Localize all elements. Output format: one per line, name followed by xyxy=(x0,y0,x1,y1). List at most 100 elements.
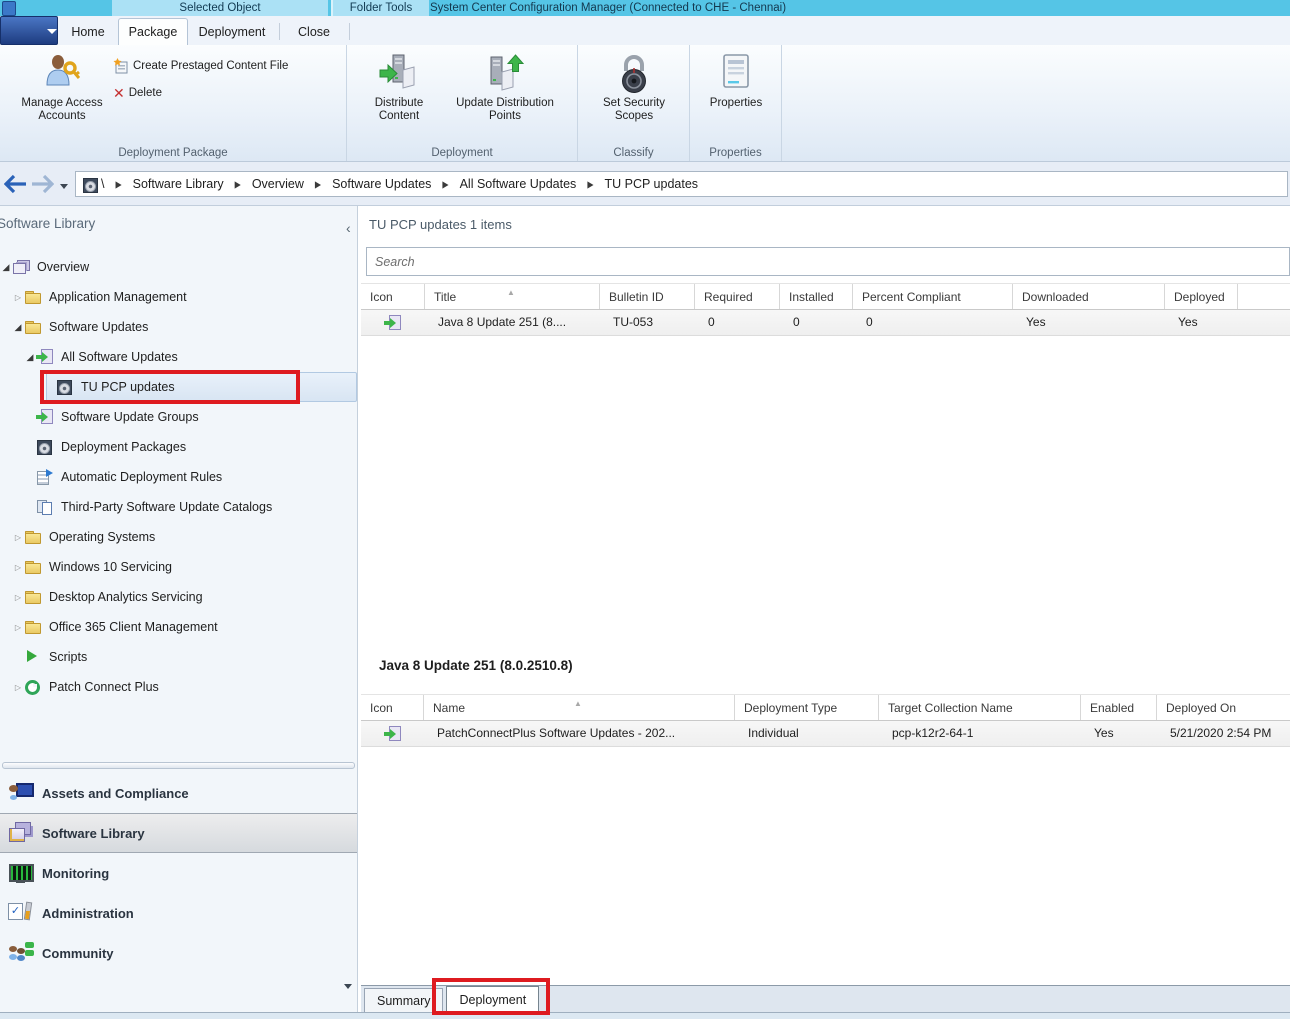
monitoring-icon xyxy=(8,862,34,884)
expander-collapsed-icon[interactable]: ▷ xyxy=(12,593,24,602)
breadcrumb-root[interactable]: \ xyxy=(101,177,104,191)
column-header-target-collection-name[interactable]: Target Collection Name xyxy=(879,695,1081,720)
distribute-content-button[interactable]: Distribute Content xyxy=(359,53,439,123)
deployment-rule-icon xyxy=(36,469,54,485)
nav-item-monitoring[interactable]: Monitoring xyxy=(0,853,357,893)
column-header-enabled[interactable]: Enabled xyxy=(1081,695,1157,720)
tree-item-desktop-analytics-servicing[interactable]: ▷ Desktop Analytics Servicing xyxy=(0,582,357,612)
tree-item-windows-10-servicing[interactable]: ▷ Windows 10 Servicing xyxy=(0,552,357,582)
software-update-icon xyxy=(36,349,54,365)
overview-icon xyxy=(12,259,30,275)
column-header-deployed[interactable]: Deployed xyxy=(1165,284,1238,309)
expander-collapsed-icon[interactable]: ▷ xyxy=(12,623,24,632)
properties-button[interactable]: Properties xyxy=(703,53,769,110)
column-header-bulletin-id[interactable]: Bulletin ID xyxy=(600,284,695,309)
tab-close[interactable]: Close xyxy=(280,19,348,45)
expander-expanded-icon[interactable]: ◢ xyxy=(12,322,24,333)
update-row-java-8[interactable]: Java 8 Update 251 (8.... TU-053 0 0 0 Ye… xyxy=(361,310,1290,336)
column-header-installed[interactable]: Installed xyxy=(780,284,853,309)
expander-collapsed-icon[interactable]: ▷ xyxy=(12,533,24,542)
column-header-icon[interactable]: Icon xyxy=(361,284,425,309)
column-header-deployment-type[interactable]: Deployment Type xyxy=(735,695,879,720)
breadcrumb-item[interactable]: Overview xyxy=(252,177,304,191)
set-security-scopes-button[interactable]: Set Security Scopes xyxy=(591,53,677,123)
delete-button[interactable]: ✕ Delete xyxy=(113,83,162,103)
breadcrumb-item[interactable]: TU PCP updates xyxy=(604,177,698,191)
cell-bulletin-id: TU-053 xyxy=(613,315,654,329)
tree-item-office-365-client-management[interactable]: ▷ Office 365 Client Management xyxy=(0,612,357,642)
breadcrumb-item[interactable]: Software Library xyxy=(133,177,224,191)
tree-item-software-update-groups[interactable]: Software Update Groups xyxy=(0,402,357,432)
package-disc-icon xyxy=(56,379,74,395)
column-header-percent-compliant[interactable]: Percent Compliant xyxy=(853,284,1013,309)
ribbon-group-properties: Properties Properties xyxy=(690,45,782,161)
deployment-row-patchconnectplus[interactable]: PatchConnectPlus Software Updates - 202.… xyxy=(361,721,1290,747)
assets-icon xyxy=(8,782,34,804)
forward-button[interactable] xyxy=(30,174,55,199)
nav-item-community[interactable]: Community xyxy=(0,933,357,973)
column-header-deployed-on[interactable]: Deployed On xyxy=(1157,695,1290,720)
button-label: Delete xyxy=(128,87,162,99)
column-header-icon[interactable]: Icon xyxy=(361,695,424,720)
sidebar-title: Software Library xyxy=(0,216,96,231)
column-header-required[interactable]: Required xyxy=(695,284,780,309)
breadcrumb-item[interactable]: Software Updates xyxy=(332,177,431,191)
tree-item-deployment-packages[interactable]: Deployment Packages xyxy=(0,432,357,462)
expander-collapsed-icon[interactable]: ▷ xyxy=(12,683,24,692)
cell-deployed-on: 5/21/2020 2:54 PM xyxy=(1170,726,1272,740)
tab-package[interactable]: Package xyxy=(118,18,188,46)
folder-icon xyxy=(24,529,42,545)
expander-collapsed-icon[interactable]: ▷ xyxy=(12,293,24,302)
tree-item-scripts[interactable]: Scripts xyxy=(0,642,357,672)
app-menu-button[interactable] xyxy=(0,16,58,45)
search-box[interactable] xyxy=(366,247,1290,276)
column-header-name[interactable]: ▲ Name xyxy=(424,695,735,720)
folder-icon xyxy=(24,589,42,605)
tree-item-all-software-updates[interactable]: ◢ All Software Updates xyxy=(0,342,357,372)
administration-icon xyxy=(8,902,34,924)
nav-options-caret[interactable] xyxy=(344,984,352,989)
tree-item-third-party-catalogs[interactable]: Third-Party Software Update Catalogs xyxy=(0,492,357,522)
tree-item-automatic-deployment-rules[interactable]: Automatic Deployment Rules xyxy=(0,462,357,492)
search-input[interactable] xyxy=(367,248,1289,275)
create-prestaged-content-file-button[interactable]: Create Prestaged Content File xyxy=(113,56,288,76)
tree-item-patch-connect-plus[interactable]: ▷ Patch Connect Plus xyxy=(0,672,357,702)
tab-deployment[interactable]: Deployment xyxy=(186,19,278,45)
expander-expanded-icon[interactable]: ◢ xyxy=(0,262,12,273)
ctx-group-folder-tools: Folder Tools xyxy=(331,0,429,16)
tree-item-application-management[interactable]: ▷ Application Management xyxy=(0,282,357,312)
pane-splitter-handle[interactable] xyxy=(2,762,355,769)
ribbon-group-classify: Set Security Scopes Classify xyxy=(578,45,690,161)
delete-x-icon: ✕ xyxy=(113,85,125,101)
update-distribution-points-button[interactable]: Update Distribution Points xyxy=(441,53,569,123)
breadcrumb-item[interactable]: All Software Updates xyxy=(460,177,577,191)
manage-access-accounts-button[interactable]: Manage Access Accounts xyxy=(12,53,112,123)
cell-title: Java 8 Update 251 (8.... xyxy=(438,315,567,329)
history-dropdown-caret[interactable] xyxy=(60,184,68,189)
app-icon[interactable] xyxy=(2,1,16,16)
cell-enabled: Yes xyxy=(1094,726,1114,740)
pane-collapse-icon[interactable]: ‹ xyxy=(346,220,351,236)
file-star-icon xyxy=(113,58,128,74)
tree-item-overview[interactable]: ◢ Overview xyxy=(0,252,357,282)
ribbon-group-deployment-package: Manage Access Accounts Create Prestaged … xyxy=(0,45,347,161)
tree-item-operating-systems[interactable]: ▷ Operating Systems xyxy=(0,522,357,552)
expander-collapsed-icon[interactable]: ▷ xyxy=(12,563,24,572)
tab-deployment-detail[interactable]: Deployment xyxy=(446,986,540,1012)
expander-expanded-icon[interactable]: ◢ xyxy=(24,352,36,363)
column-header-title[interactable]: ▲ Title xyxy=(425,284,600,309)
nav-item-software-library[interactable]: Software Library xyxy=(0,813,357,853)
cell-percent-compliant: 0 xyxy=(866,315,873,329)
nav-item-administration[interactable]: Administration xyxy=(0,893,357,933)
breadcrumb[interactable]: \ ▶ Software Library ▶ Overview ▶ Softwa… xyxy=(75,171,1288,197)
tab-summary[interactable]: Summary xyxy=(364,988,444,1012)
back-button[interactable] xyxy=(3,174,28,199)
column-header-downloaded[interactable]: Downloaded xyxy=(1013,284,1165,309)
nav-item-assets-and-compliance[interactable]: Assets and Compliance xyxy=(0,773,357,813)
chevron-down-icon xyxy=(47,29,57,34)
tab-home[interactable]: Home xyxy=(58,19,118,45)
tree-item-tu-pcp-updates[interactable]: TU PCP updates xyxy=(46,372,357,402)
workspace-nav: Assets and Compliance Software Library M… xyxy=(0,773,357,973)
button-label: Properties xyxy=(709,97,763,109)
tree-item-software-updates[interactable]: ◢ Software Updates xyxy=(0,312,357,342)
